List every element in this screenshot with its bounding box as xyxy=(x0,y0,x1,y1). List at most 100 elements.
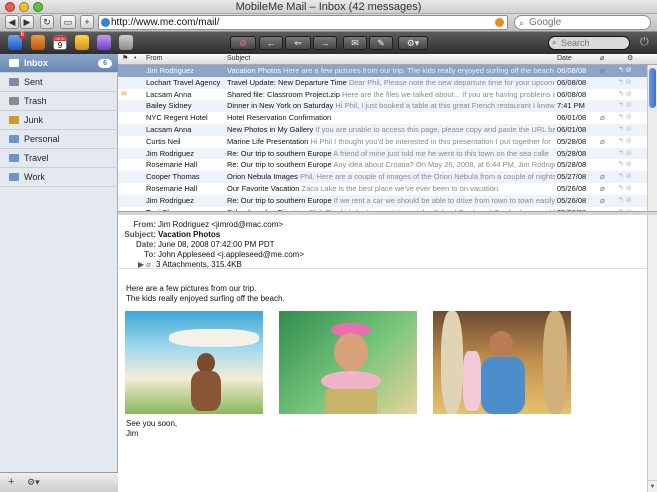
from-column-header[interactable]: From xyxy=(146,54,162,64)
message-row[interactable]: Rosemarie Hall Our Favorite Vacation Zaca… xyxy=(118,183,647,195)
junk-folder-icon xyxy=(9,116,19,124)
message-date: 06/08/08 xyxy=(557,77,587,87)
message-row[interactable]: Lochart Travel Agency Travel Update: New … xyxy=(118,76,647,89)
url-text: http://www.me.com/mail/ xyxy=(111,17,220,28)
delete-icon[interactable]: ⊘ xyxy=(230,36,256,50)
logout-power-icon[interactable]: ⏻ xyxy=(640,36,649,49)
message-row[interactable]: NYC Regent Hotel Hotel Reservation Confir… xyxy=(118,112,647,124)
subject-column-header[interactable]: Subject xyxy=(227,54,250,64)
message-row[interactable]: Jim Rodriguez Vacation Photos Here are a … xyxy=(118,65,647,77)
rss-icon[interactable] xyxy=(495,18,504,27)
to-value[interactable]: John Appleseed <j.appleseed@me.com> xyxy=(158,250,304,259)
note-icon[interactable]: ✎ xyxy=(369,36,393,50)
folder-sidebar: Inbox 6 Sent Trash Junk Personal Travel Work + … xyxy=(0,54,118,492)
message-subject-text: Hotel Reservation Confirmation xyxy=(227,113,332,123)
row-reply-icon[interactable]: ↰ ⊘ xyxy=(618,159,647,171)
calendar-app-icon[interactable]: MON 9 xyxy=(53,35,67,50)
row-reply-icon[interactable]: ↰ ⊘ xyxy=(618,89,647,101)
sidebar-folder-inbox[interactable]: Inbox 6 xyxy=(0,54,118,73)
compose-icon[interactable]: ✉ xyxy=(343,36,367,50)
flag-icon[interactable]: ✉ xyxy=(121,89,131,101)
mail-app-icon[interactable]: 6 xyxy=(8,32,26,50)
row-reply-icon[interactable]: ↰ ⊘ xyxy=(618,171,647,183)
mail-search-field[interactable]: ⌕ xyxy=(548,36,630,50)
flag-column-icon[interactable]: ⚑ xyxy=(122,54,128,64)
row-reply-icon[interactable]: ↰ ⊘ xyxy=(618,124,647,136)
forward-button[interactable]: ▶ xyxy=(20,15,34,29)
message-row[interactable]: ✉ Lacsam Anna Shared file: Classroom Proje… xyxy=(118,89,647,101)
row-reply-icon[interactable]: ↰ ⊘ xyxy=(618,136,647,148)
sidebar-folder-trash[interactable]: Trash xyxy=(0,92,118,111)
message-subject-text: Vacation Photos xyxy=(227,66,282,75)
photo-boy-surfboard[interactable] xyxy=(125,311,263,414)
unread-column-icon[interactable]: • xyxy=(134,54,136,64)
message-row[interactable]: Rosemarie Hall Re: Our trip to southern E… xyxy=(118,159,647,171)
address-bar[interactable]: http://www.me.com/mail/ xyxy=(98,15,508,30)
google-search-input[interactable] xyxy=(529,16,639,29)
forward-icon[interactable]: → xyxy=(313,36,337,50)
date-column-header[interactable]: Date xyxy=(557,54,572,64)
message-list-scroll-thumb[interactable] xyxy=(649,68,656,108)
row-reply-icon[interactable]: ↰ ⊘ xyxy=(618,65,647,77)
message-row[interactable]: Lacsam Anna New Photos in My Gallery If y… xyxy=(118,123,647,136)
message-from: Rosemarie Hall xyxy=(146,183,198,193)
scroll-down-arrow-icon[interactable]: ▼ xyxy=(648,480,657,492)
gallery-app-icon[interactable] xyxy=(75,35,89,50)
sidebar-folder-work[interactable]: Work xyxy=(0,168,118,187)
message-preview-text: Dear Phil, Please note the new departure… xyxy=(348,77,555,87)
row-reply-icon[interactable]: ↰ ⊘ xyxy=(618,112,647,124)
back-button[interactable]: ◀ xyxy=(5,15,19,29)
inbox-unread-count: 6 xyxy=(98,59,112,68)
folder-label: Travel xyxy=(24,153,49,163)
work-folder-icon xyxy=(9,173,19,181)
trash-folder-icon xyxy=(9,97,19,105)
photo-girl-flower-lei[interactable] xyxy=(279,311,417,414)
row-reply-icon[interactable]: ↰ ⊘ xyxy=(618,77,647,89)
from-value[interactable]: Jim Rodriguez <jimrod@mac.com> xyxy=(158,220,283,229)
signoff-line-2: Jim xyxy=(126,429,139,438)
reload-button[interactable]: ↻ xyxy=(40,15,54,29)
add-folder-icon[interactable]: + xyxy=(8,476,14,488)
action-gear-icon[interactable]: ⚙▾ xyxy=(398,36,428,50)
account-app-icon[interactable] xyxy=(119,35,133,50)
add-bookmark-button[interactable]: + xyxy=(80,15,94,29)
row-reply-icon[interactable]: ↰ ⊘ xyxy=(618,148,647,160)
message-subject: New Photos in My Gallery If you are unab… xyxy=(227,124,555,136)
message-preview-text: Hi Phil I thought you'd be interested in… xyxy=(310,136,551,146)
message-row[interactable]: Curtis Neil Marine Life Presentation Hi P… xyxy=(118,136,647,148)
row-reply-icon[interactable]: ↰ ⊘ xyxy=(618,100,647,112)
from-label: From: xyxy=(133,220,156,229)
column-settings-gear-icon[interactable]: ⚙ xyxy=(627,54,633,64)
message-row[interactable]: Jim Rodriguez Re: Our trip to southern Eu… xyxy=(118,147,647,160)
message-subject-text: Re: Our trip to southern Europe xyxy=(227,160,332,170)
attachment-column-icon[interactable]: ⌀ xyxy=(600,54,604,64)
message-row[interactable]: Cooper Thomas Orion Nebula Images Phil, H… xyxy=(118,171,647,183)
message-from: Lacsam Anna xyxy=(146,124,192,134)
message-list-scrollbar[interactable] xyxy=(647,65,657,211)
message-row[interactable]: Bailey Sidney Dinner in New York on Satur… xyxy=(118,100,647,113)
photo-family-surfboards[interactable] xyxy=(433,311,571,414)
row-reply-icon[interactable]: ↰ ⊘ xyxy=(618,183,647,195)
idisk-app-icon[interactable] xyxy=(97,35,111,50)
message-row[interactable]: Jim Rodriguez Re: Our trip to southern Eu… xyxy=(118,194,647,207)
contacts-app-icon[interactable] xyxy=(31,35,45,50)
preview-scrollbar[interactable]: ▼ xyxy=(647,215,657,492)
row-reply-icon[interactable]: ↰ ⊘ xyxy=(618,195,647,207)
message-subject-text: Re: Our trip to southern Europe xyxy=(227,195,332,205)
sidebar-folder-travel[interactable]: Travel xyxy=(0,149,118,168)
sidebar-folder-sent[interactable]: Sent xyxy=(0,73,118,92)
mail-search-input[interactable] xyxy=(561,37,625,49)
message-from: Cooper Thomas xyxy=(146,172,200,182)
message-subject: Hotel Reservation Confirmation xyxy=(227,112,555,124)
reply-all-icon[interactable]: ⇐ xyxy=(285,36,311,50)
subject-label: Subject: xyxy=(124,230,156,239)
folder-actions-gear-icon[interactable]: ⚙▾ xyxy=(27,477,40,488)
message-preview-text: Here are a few pictures from our trip. T… xyxy=(283,66,555,75)
message-subject: Dinner in New York on Saturday Hi Phil, … xyxy=(227,100,555,112)
google-search-field[interactable]: ⌕ xyxy=(514,15,651,30)
reply-icon[interactable]: ← xyxy=(259,36,283,50)
folder-label: Work xyxy=(24,172,45,182)
sidebar-folder-personal[interactable]: Personal xyxy=(0,130,118,149)
bookmarks-icon[interactable]: ▭ xyxy=(60,15,76,29)
sidebar-folder-junk[interactable]: Junk xyxy=(0,111,118,130)
